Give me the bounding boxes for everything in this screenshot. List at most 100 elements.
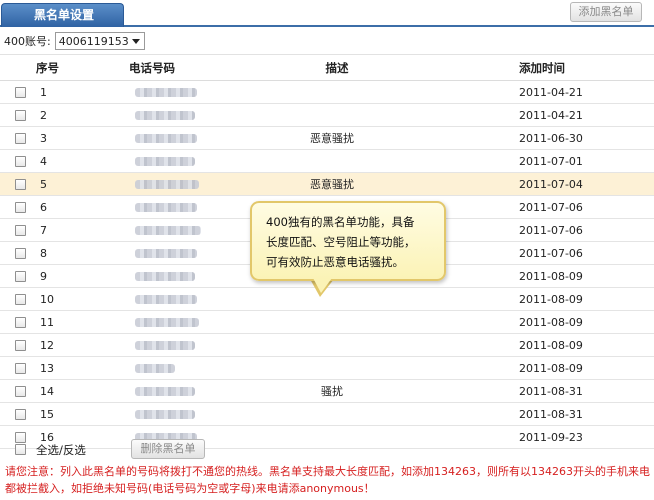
row-checkbox[interactable]	[15, 86, 26, 98]
row-seq: 5	[40, 177, 47, 191]
row-desc	[262, 357, 402, 379]
row-checkbox[interactable]	[15, 385, 26, 397]
row-checkbox[interactable]	[15, 316, 26, 328]
row-checkbox-cell	[15, 334, 26, 356]
row-seq: 15	[40, 407, 54, 421]
feature-tooltip: 400独有的黑名单功能，具备 长度匹配、空号阻止等功能， 可有效防止恶意电话骚扰…	[250, 201, 446, 281]
row-checkbox[interactable]	[15, 339, 26, 351]
table-footer: 全选/反选 删除黑名单	[0, 439, 654, 461]
header-desc: 描述	[325, 60, 349, 75]
row-desc	[262, 403, 402, 425]
account-label: 400账号:	[4, 35, 51, 48]
row-desc: 骚扰	[321, 385, 343, 398]
account-value: 4006119153	[58, 34, 129, 48]
table-row: 13 2011-08-09	[0, 357, 654, 380]
row-desc	[262, 334, 402, 356]
row-checkbox-cell	[15, 265, 26, 287]
row-checkbox[interactable]	[15, 362, 26, 374]
header-date: 添加时间	[519, 60, 565, 75]
row-phone-masked	[135, 403, 195, 425]
select-all-label: 全选/反选	[36, 443, 86, 457]
row-date: 2011-07-06	[519, 246, 583, 260]
table-header: 序号 电话号码 描述 添加时间	[0, 55, 654, 81]
row-seq: 8	[40, 246, 47, 260]
row-checkbox-cell	[15, 219, 26, 241]
row-date: 2011-07-01	[519, 154, 583, 168]
delete-blacklist-button[interactable]: 删除黑名单	[131, 439, 205, 459]
row-phone-masked	[135, 196, 197, 218]
row-checkbox[interactable]	[15, 224, 26, 236]
row-date: 2011-08-09	[519, 315, 583, 329]
row-phone-masked	[135, 81, 197, 103]
table-row: 15 2011-08-31	[0, 403, 654, 426]
row-phone-masked	[135, 265, 195, 287]
row-checkbox[interactable]	[15, 109, 26, 121]
row-seq: 14	[40, 384, 54, 398]
row-date: 2011-04-21	[519, 85, 583, 99]
row-date: 2011-08-09	[519, 269, 583, 283]
row-seq: 13	[40, 361, 54, 375]
add-blacklist-button[interactable]: 添加黑名单	[570, 2, 642, 22]
row-phone-masked	[135, 288, 197, 310]
row-seq: 12	[40, 338, 54, 352]
row-seq: 9	[40, 269, 47, 283]
row-checkbox[interactable]	[15, 132, 26, 144]
row-checkbox-cell	[15, 196, 26, 218]
row-date: 2011-08-09	[519, 338, 583, 352]
row-checkbox-cell	[15, 380, 26, 402]
row-date: 2011-06-30	[519, 131, 583, 145]
row-seq: 10	[40, 292, 54, 306]
row-checkbox-cell	[15, 403, 26, 425]
row-desc	[262, 150, 402, 172]
table-row: 3 恶意骚扰 2011-06-30	[0, 127, 654, 150]
chevron-down-icon	[131, 38, 140, 44]
row-checkbox[interactable]	[15, 247, 26, 259]
row-date: 2011-07-06	[519, 223, 583, 237]
row-checkbox-cell	[15, 127, 26, 149]
row-date: 2011-08-09	[519, 361, 583, 375]
row-checkbox[interactable]	[15, 408, 26, 420]
row-checkbox-cell	[15, 311, 26, 333]
row-phone-masked	[135, 357, 175, 379]
row-phone-masked	[135, 127, 197, 149]
header-seq: 序号	[36, 60, 59, 75]
tab-blacklist-settings[interactable]: 黑名单设置	[1, 3, 124, 27]
row-checkbox-cell	[15, 242, 26, 264]
table-row: 12 2011-08-09	[0, 334, 654, 357]
notice-text: 请您注意：列入此黑名单的号码将拨打不通您的热线。黑名单支持最大长度匹配，如添加1…	[5, 465, 650, 495]
row-desc	[262, 311, 402, 333]
row-desc	[262, 81, 402, 103]
table-row: 1 2011-04-21	[0, 81, 654, 104]
row-date: 2011-08-31	[519, 407, 583, 421]
table-row: 4 2011-07-01	[0, 150, 654, 173]
account-row: 400账号: 4006119153	[0, 31, 145, 51]
row-date: 2011-08-09	[519, 292, 583, 306]
row-phone-masked	[135, 104, 195, 126]
row-desc: 恶意骚扰	[310, 178, 354, 191]
row-phone-masked	[135, 334, 195, 356]
row-checkbox[interactable]	[15, 201, 26, 213]
row-phone-masked	[135, 242, 197, 264]
row-checkbox[interactable]	[15, 293, 26, 305]
row-checkbox[interactable]	[15, 270, 26, 282]
table-row: 11 2011-08-09	[0, 311, 654, 334]
row-date: 2011-04-21	[519, 108, 583, 122]
row-checkbox-cell	[15, 150, 26, 172]
row-date: 2011-07-06	[519, 200, 583, 214]
tooltip-line: 长度匹配、空号阻止等功能，	[266, 235, 416, 249]
table-row: 14 骚扰 2011-08-31	[0, 380, 654, 403]
row-seq: 7	[40, 223, 47, 237]
row-phone-masked	[135, 173, 199, 195]
table-row: 5 恶意骚扰 2011-07-04	[0, 173, 654, 196]
account-select[interactable]: 4006119153	[54, 32, 145, 50]
row-checkbox[interactable]	[15, 155, 26, 167]
row-phone-masked	[135, 311, 199, 333]
row-desc	[262, 104, 402, 126]
select-all-checkbox[interactable]	[15, 444, 26, 455]
row-phone-masked	[135, 219, 201, 241]
row-checkbox-cell	[15, 357, 26, 379]
row-date: 2011-07-04	[519, 177, 583, 191]
row-checkbox[interactable]	[15, 178, 26, 190]
row-seq: 1	[40, 85, 47, 99]
row-phone-masked	[135, 150, 195, 172]
